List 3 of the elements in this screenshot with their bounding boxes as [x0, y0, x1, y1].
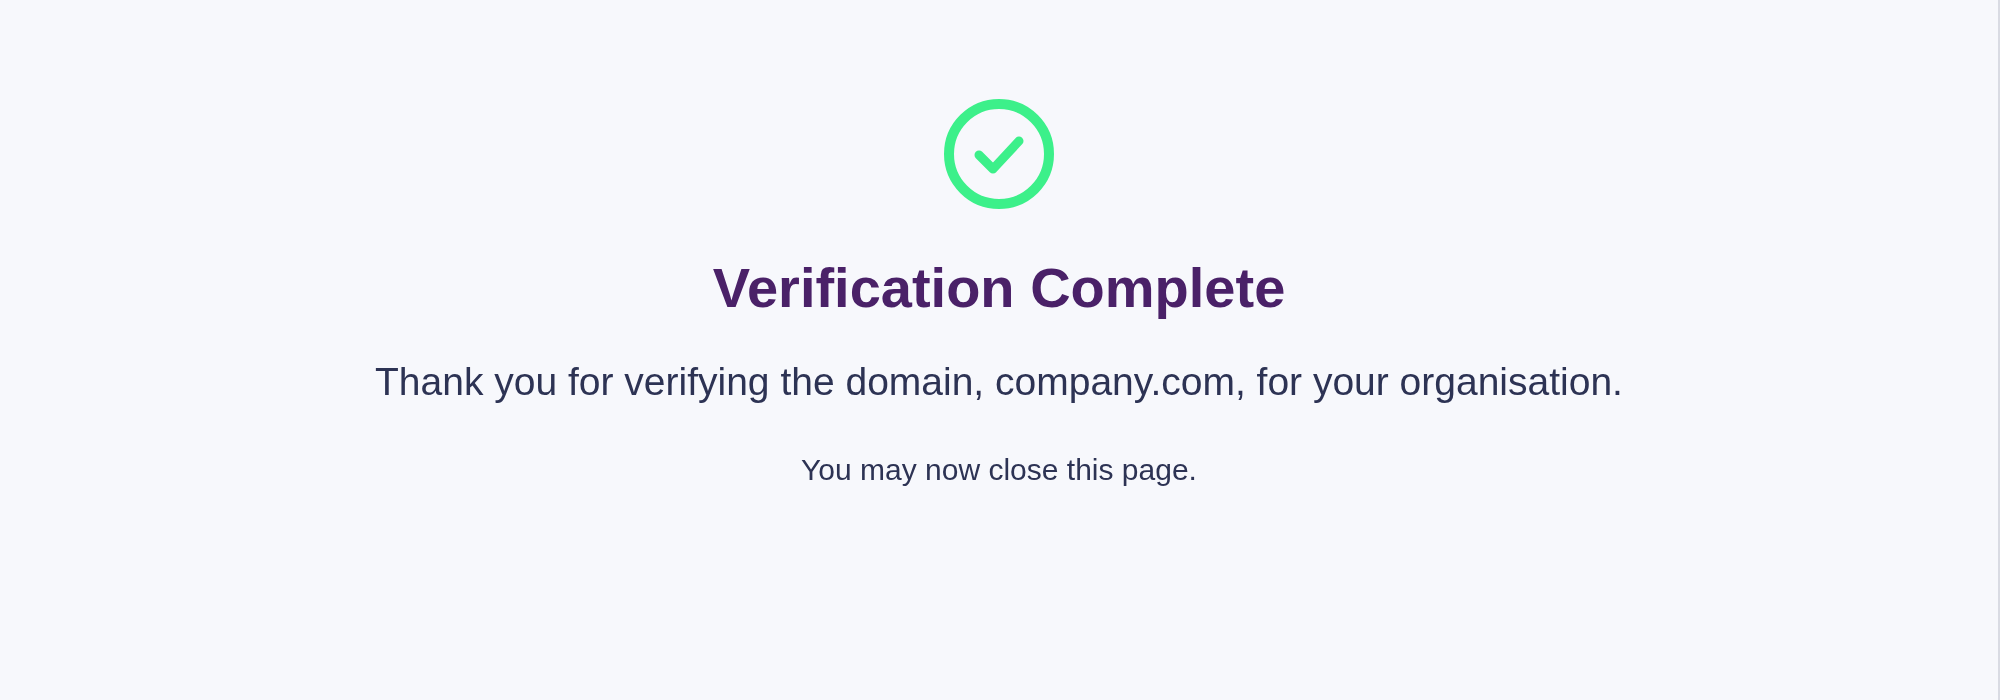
- confirmation-message: Thank you for verifying the domain, company.com, for your organisation.: [375, 359, 1623, 406]
- page-title: Verification Complete: [712, 255, 1286, 321]
- close-page-note: You may now close this page.: [801, 452, 1197, 488]
